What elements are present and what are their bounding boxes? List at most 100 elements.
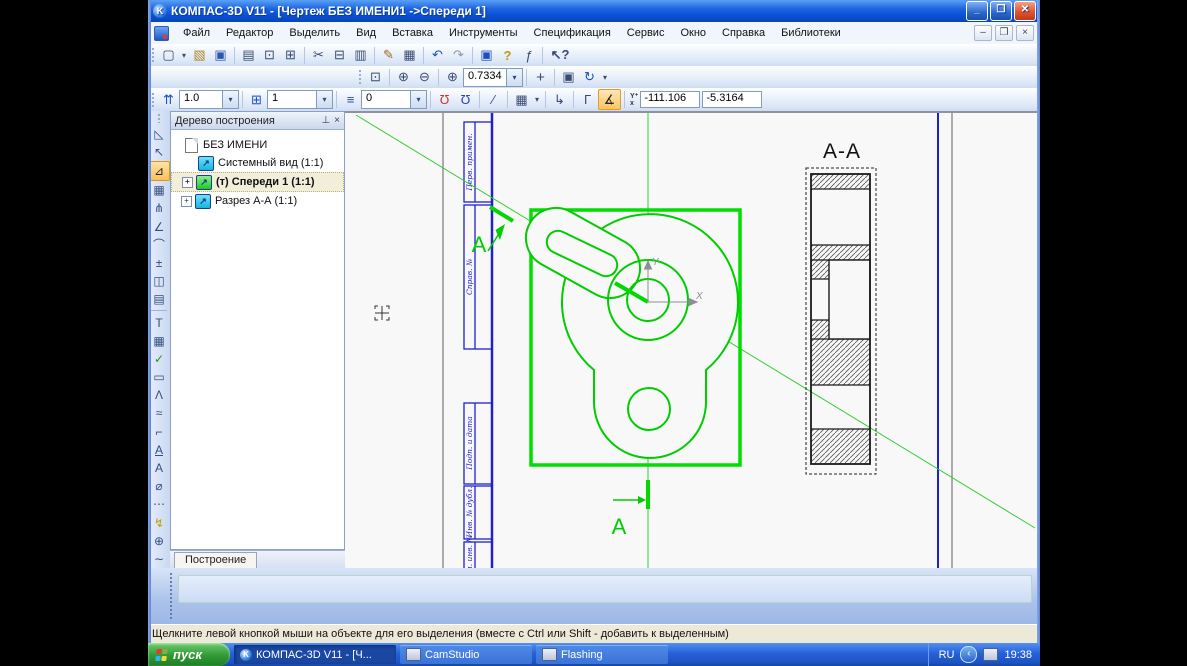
- tab-construction[interactable]: Построение: [174, 552, 257, 569]
- tool-text-vertical[interactable]: A: [149, 441, 169, 459]
- tool-specification[interactable]: ▤: [149, 290, 169, 308]
- tool-edit[interactable]: ⋔: [149, 199, 169, 217]
- zoom-level-combo[interactable]: 0.7334 ▾: [463, 68, 523, 87]
- properties-table-button[interactable]: ▦: [399, 46, 420, 65]
- snap-magnet-icon[interactable]: Ω: [434, 90, 455, 109]
- variables-fx-button[interactable]: ƒ: [518, 46, 539, 65]
- minimize-button[interactable]: _: [966, 1, 988, 21]
- tool-grid[interactable]: ▦: [149, 181, 169, 199]
- tool-check[interactable]: ✓: [149, 350, 169, 368]
- snap-toggle-active-icon[interactable]: ∡: [598, 89, 621, 110]
- clock[interactable]: 19:38: [1004, 649, 1032, 661]
- copy-properties-button[interactable]: ✎: [378, 46, 399, 65]
- tool-diameter[interactable]: ⌀: [149, 477, 169, 495]
- new-document-button[interactable]: ▢: [158, 46, 179, 65]
- menu-service[interactable]: Сервис: [619, 25, 673, 41]
- tree-root-row[interactable]: БЕЗ ИМЕНИ: [171, 136, 344, 154]
- cursor-step-combo[interactable]: 1.0 ▾: [179, 90, 239, 109]
- current-view-combo[interactable]: 1 ▾: [267, 90, 333, 109]
- help-topics-button[interactable]: ?: [497, 46, 518, 65]
- tool-frame[interactable]: ▭: [149, 368, 169, 386]
- title-bar[interactable]: K КОМПАС-3D V11 - [Чертеж БЕЗ ИМЕНИ1 ->С…: [148, 0, 1040, 22]
- tool-axis-line[interactable]: ⋯: [149, 495, 169, 513]
- refresh-button[interactable]: ↻: [579, 68, 600, 87]
- save-button[interactable]: ▣: [210, 46, 231, 65]
- layers-icon[interactable]: ≡: [340, 90, 361, 109]
- menu-view[interactable]: Вид: [348, 25, 384, 41]
- taskbar-task-camstudio[interactable]: CamStudio: [400, 645, 532, 664]
- copy-button[interactable]: ⊟: [329, 46, 350, 65]
- menu-file[interactable]: Файл: [175, 25, 218, 41]
- close-icon[interactable]: ×: [334, 115, 340, 126]
- local-cs-icon[interactable]: ↳: [549, 90, 570, 109]
- tool-snap-point[interactable]: ⊕: [149, 532, 169, 550]
- paste-button[interactable]: ▥: [350, 46, 371, 65]
- tool-dimensions[interactable]: ±: [149, 254, 169, 272]
- property-bar-field[interactable]: [178, 575, 1032, 603]
- zoom-out-button[interactable]: ⊖: [414, 68, 435, 87]
- expander-plus-icon[interactable]: +: [182, 177, 193, 188]
- snap-magnet-settings-icon[interactable]: Ω: [455, 90, 476, 109]
- print-button[interactable]: ▤: [238, 46, 259, 65]
- menu-tools[interactable]: Инструменты: [441, 25, 526, 41]
- hide-icons-chevron[interactable]: ‹: [960, 646, 977, 663]
- zoom-in-button[interactable]: ⊕: [393, 68, 414, 87]
- tool-views[interactable]: ◫: [149, 272, 169, 290]
- tool-text-horizontal[interactable]: A: [149, 459, 169, 477]
- tool-polyline[interactable]: Λ: [149, 386, 169, 404]
- menu-help[interactable]: Справка: [714, 25, 773, 41]
- menu-editor[interactable]: Редактор: [218, 25, 281, 41]
- coordinate-x-field[interactable]: -111.106: [640, 91, 700, 108]
- menu-specification[interactable]: Спецификация: [526, 25, 619, 41]
- print-preview-button[interactable]: ⊡: [259, 46, 280, 65]
- chevron-down-icon[interactable]: ▾: [506, 69, 522, 86]
- mdi-restore-button[interactable]: ❐: [995, 25, 1013, 41]
- tree-item-label[interactable]: Разрез А-А (1:1): [215, 195, 297, 207]
- redo-button[interactable]: ↷: [448, 46, 469, 65]
- start-button[interactable]: пуск: [148, 643, 230, 666]
- taskbar-task-kompas[interactable]: K КОМПАС-3D V11 - [Ч...: [234, 645, 396, 664]
- tool-table[interactable]: ▦: [149, 332, 169, 350]
- close-button[interactable]: ✕: [1014, 1, 1036, 21]
- front-view-geometry[interactable]: [526, 208, 738, 458]
- tool-lightning[interactable]: ↯: [149, 513, 169, 531]
- mdi-minimize-button[interactable]: –: [974, 25, 992, 41]
- toolbar-drag-handle[interactable]: [358, 69, 363, 85]
- language-indicator[interactable]: RU: [939, 649, 955, 661]
- mdi-close-button[interactable]: ×: [1016, 25, 1034, 41]
- tree-row-section-aa[interactable]: + ↗ Разрез А-А (1:1): [171, 192, 344, 210]
- toolbar-overflow-icon[interactable]: ▾: [600, 68, 610, 87]
- open-button[interactable]: ▧: [189, 46, 210, 65]
- menu-insert[interactable]: Вставка: [384, 25, 441, 41]
- restore-button[interactable]: ❐: [990, 1, 1012, 21]
- section-view-aa[interactable]: А-А: [806, 140, 876, 474]
- pan-button[interactable]: +: [530, 68, 551, 87]
- document-icon[interactable]: [154, 26, 169, 41]
- angle-snap-icon[interactable]: ∕: [483, 90, 504, 109]
- tool-pointer[interactable]: ↖: [149, 143, 169, 161]
- zoom-level-value[interactable]: 0.7334: [464, 69, 506, 86]
- chevron-down-icon[interactable]: ▾: [222, 91, 238, 108]
- chevron-down-icon[interactable]: ▾: [532, 90, 542, 109]
- zoom-point-button[interactable]: ⊕: [442, 68, 463, 87]
- menu-select[interactable]: Выделить: [281, 25, 348, 41]
- tree-row-front-view-selected[interactable]: + ↗ (т) Спереди 1 (1:1): [171, 172, 344, 192]
- taskbar-task-flashing[interactable]: Flashing: [536, 645, 668, 664]
- pin-icon[interactable]: ⊥: [321, 115, 330, 126]
- undo-button[interactable]: ↶: [427, 46, 448, 65]
- chevron-down-icon[interactable]: ▾: [410, 91, 426, 108]
- tree-root-label[interactable]: БЕЗ ИМЕНИ: [203, 139, 267, 151]
- tool-measure[interactable]: ⌒: [149, 236, 169, 254]
- toolbar-drag-handle[interactable]: [151, 47, 156, 63]
- toolbar-drag-handle[interactable]: [151, 92, 156, 108]
- grid-toggle-icon[interactable]: ▦: [511, 90, 532, 109]
- context-help-button[interactable]: ↖?: [546, 46, 574, 65]
- drawing-canvas[interactable]: Перв. примен. Справ. № Подп. и дата Инв.…: [345, 111, 1040, 568]
- tree-panel-header[interactable]: Дерево построения ⊥ ×: [171, 112, 344, 130]
- cursor-step-value[interactable]: 1.0: [180, 91, 222, 108]
- display-tray-icon[interactable]: [983, 648, 998, 661]
- insert-view-button[interactable]: ⊞: [280, 46, 301, 65]
- tool-spline[interactable]: ≈: [149, 404, 169, 422]
- tool-select-region[interactable]: ◺: [149, 125, 169, 143]
- tree-row-system-view[interactable]: ↗ Системный вид (1:1): [171, 154, 344, 172]
